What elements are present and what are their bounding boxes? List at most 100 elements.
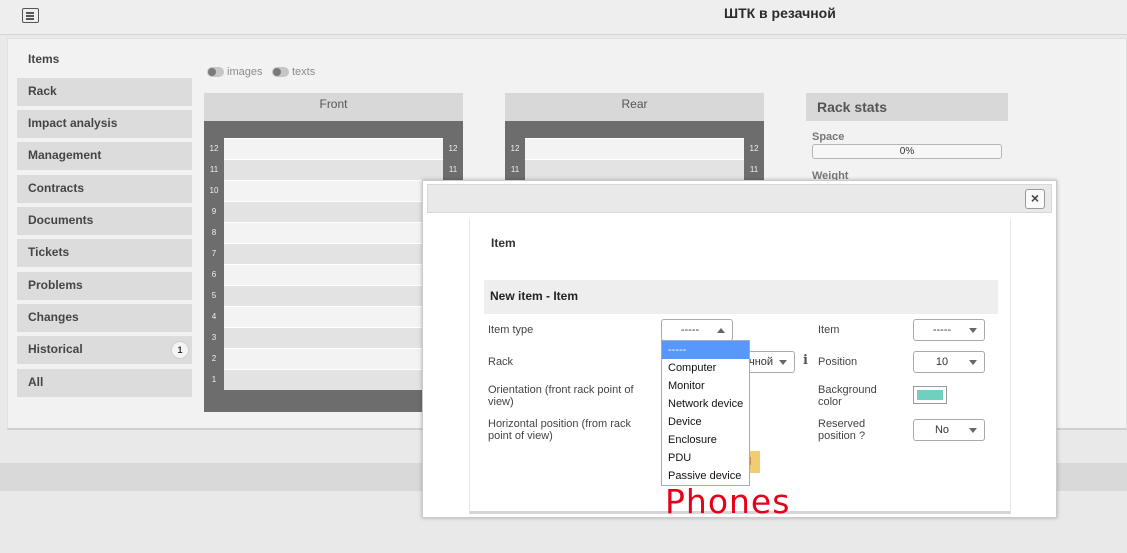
- info-icon[interactable]: i: [803, 353, 808, 368]
- page-title: ШТК в резачной: [724, 5, 836, 21]
- sidebar-item-impact-analysis[interactable]: Impact analysis: [17, 110, 192, 138]
- rack-unit-number-left: 8: [211, 228, 217, 237]
- rack-unit-number-left: 5: [211, 291, 217, 300]
- item-type-value: -----: [680, 324, 700, 336]
- sidebar-item-label: Items: [28, 52, 60, 66]
- sidebar-item-label: Tickets: [28, 245, 70, 259]
- rack-unit-number-left: 3: [211, 333, 217, 342]
- reserved-position-label: Reserved position ?: [818, 418, 866, 442]
- rack-slot[interactable]: [224, 222, 443, 243]
- sidebar-item-contracts[interactable]: Contracts: [17, 175, 192, 203]
- chevron-down-icon: [779, 360, 787, 365]
- rack-slot[interactable]: [525, 159, 744, 180]
- position-select[interactable]: 10: [913, 351, 985, 373]
- sidebar-item-management[interactable]: Management: [17, 142, 192, 170]
- background-color-picker[interactable]: [913, 386, 947, 404]
- item-select[interactable]: -----: [913, 319, 985, 341]
- item-value: -----: [932, 324, 952, 336]
- rack-unit-number-left: 11: [510, 165, 520, 174]
- rack-slot[interactable]: [224, 180, 443, 201]
- sidebar-item-label: All: [28, 375, 44, 389]
- rack-slot[interactable]: [224, 285, 443, 306]
- horizontal-position-label: Horizontal position (from rack point of …: [488, 418, 632, 442]
- texts-toggle[interactable]: texts: [272, 66, 315, 78]
- space-label: Space: [812, 131, 845, 143]
- rack-unit-number-left: 10: [209, 186, 219, 195]
- sidebar-item-label: Impact analysis: [28, 116, 118, 130]
- sidebar-item-label: Historical: [28, 342, 83, 356]
- space-progress-bar: 0%: [812, 144, 1002, 159]
- sidebar-item-tickets[interactable]: Tickets: [17, 239, 192, 267]
- rack-slot[interactable]: [224, 327, 443, 348]
- rack-slot[interactable]: [224, 243, 443, 264]
- dropdown-option[interactable]: Monitor: [662, 377, 749, 395]
- sidebar-item-label: Management: [28, 148, 102, 162]
- rack-unit-number-left: 1: [211, 375, 217, 384]
- rack-slot[interactable]: [224, 306, 443, 327]
- sidebar-item-label: Documents: [28, 213, 94, 227]
- position-value: 10: [935, 356, 949, 368]
- rack-unit-number-left: 12: [209, 144, 219, 153]
- position-label: Position: [818, 356, 858, 368]
- sidebar-item-items[interactable]: Items: [17, 46, 192, 74]
- sidebar-item-label: Changes: [28, 310, 79, 324]
- close-icon[interactable]: ×: [1025, 189, 1045, 209]
- reserved-value: No: [934, 424, 950, 436]
- sidebar-item-label: Rack: [28, 84, 57, 98]
- dropdown-option[interactable]: Network device: [662, 395, 749, 413]
- front-rack-header: Front: [204, 93, 463, 121]
- chevron-down-icon: [969, 360, 977, 365]
- tab-item[interactable]: Item: [491, 236, 516, 250]
- caret-up-icon: [717, 328, 725, 333]
- annotation-text: Phones: [665, 482, 791, 521]
- rack-unit-number-right: 12: [749, 144, 759, 153]
- rack-unit-number-left: 11: [209, 165, 219, 174]
- rack-unit-number-right: 11: [448, 165, 458, 174]
- sidebar-item-historical[interactable]: Historical 1: [17, 336, 192, 364]
- item-type-label: Item type: [488, 324, 534, 336]
- rack-unit-number-left: 9: [211, 207, 217, 216]
- sidebar-item-rack[interactable]: Rack: [17, 78, 192, 106]
- list-menu-icon[interactable]: [22, 8, 39, 23]
- rack-stats-panel: Rack stats Space 0% Weight: [806, 93, 1008, 193]
- rack-slot[interactable]: [224, 264, 443, 285]
- item-type-dropdown-list[interactable]: ----- Computer Monitor Network device Device…: [661, 340, 750, 486]
- count-badge: 1: [171, 341, 189, 359]
- reserved-position-select[interactable]: No: [913, 419, 985, 441]
- sidebar-item-label: Problems: [28, 278, 83, 292]
- sidebar-item-problems[interactable]: Problems: [17, 272, 192, 300]
- rack-slot[interactable]: [224, 369, 443, 390]
- rack-slot[interactable]: [224, 159, 443, 180]
- toggle-switch-icon: [272, 67, 289, 77]
- dropdown-option[interactable]: Enclosure: [662, 431, 749, 449]
- toggle-label: texts: [292, 66, 316, 78]
- toggle-label: images: [227, 66, 263, 78]
- rear-rack-header: Rear: [505, 93, 764, 121]
- item-type-select[interactable]: -----: [661, 319, 733, 341]
- rack-slot[interactable]: [525, 138, 744, 159]
- dropdown-option[interactable]: -----: [662, 341, 749, 359]
- rack-unit-number-left: 6: [211, 270, 217, 279]
- dropdown-option[interactable]: PDU: [662, 449, 749, 467]
- toggle-switch-icon: [207, 67, 224, 77]
- section-title: New item - Item: [484, 280, 998, 314]
- item-label: Item: [818, 324, 840, 336]
- top-bar: ШТК в резачной: [0, 0, 1127, 35]
- sidebar-item-documents[interactable]: Documents: [17, 207, 192, 235]
- rack-unit-number-left: 12: [510, 144, 520, 153]
- rack-label: Rack: [488, 356, 514, 368]
- sidebar-item-all[interactable]: All: [17, 369, 192, 397]
- images-toggle[interactable]: images: [207, 66, 262, 78]
- background-color-label: Background color: [818, 384, 877, 408]
- rack-unit-number-left: 2: [211, 354, 217, 363]
- chevron-down-icon: [969, 428, 977, 433]
- rack-unit-number-right: 11: [749, 165, 759, 174]
- rack-value: чной: [749, 356, 774, 368]
- rack-slot[interactable]: [224, 348, 443, 369]
- rack-slot[interactable]: [224, 138, 443, 159]
- orientation-label: Orientation (front rack point of view): [488, 384, 634, 408]
- dropdown-option[interactable]: Device: [662, 413, 749, 431]
- sidebar-item-changes[interactable]: Changes: [17, 304, 192, 332]
- dropdown-option[interactable]: Computer: [662, 359, 749, 377]
- rack-slot[interactable]: [224, 201, 443, 222]
